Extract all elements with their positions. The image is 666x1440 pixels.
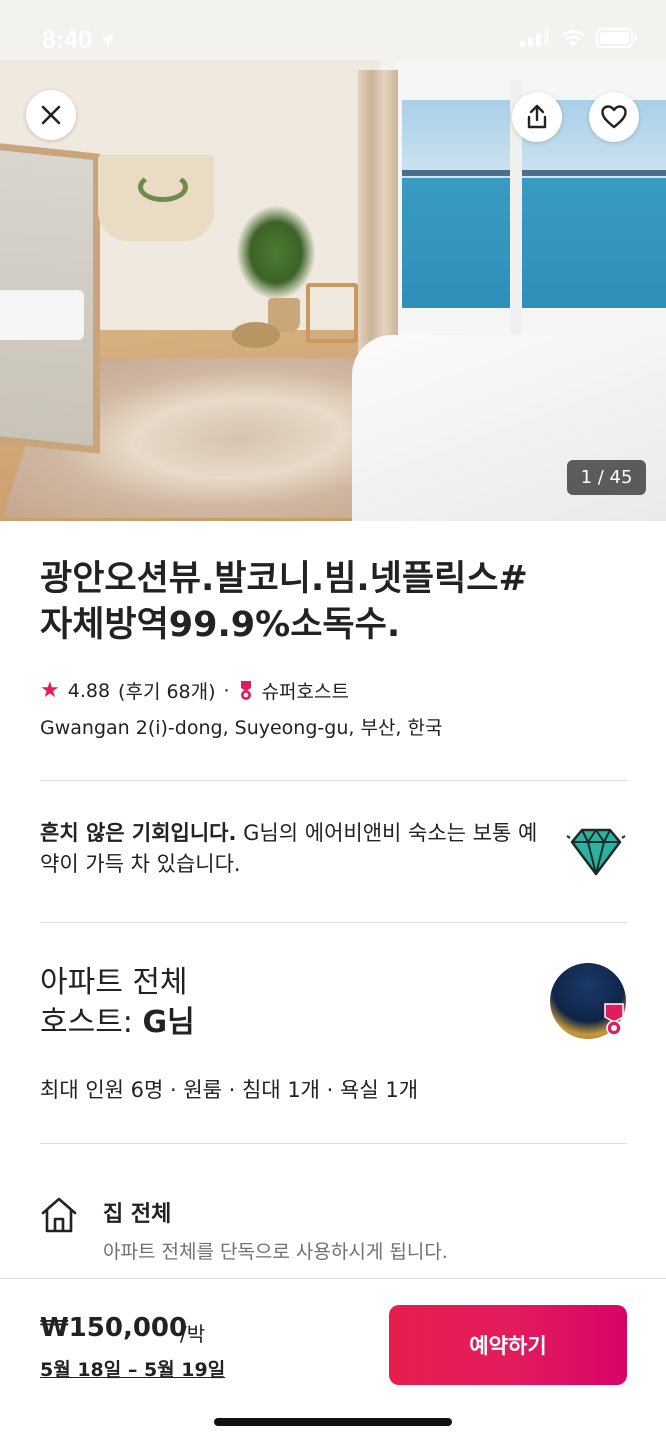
listing-meta: ★ 4.88 (후기 68개) · 슈퍼호스트 (40, 677, 349, 704)
share-button[interactable] (512, 92, 562, 142)
host-label: 호스트: (40, 1005, 143, 1040)
reviews-link[interactable]: (후기 68개) (118, 677, 215, 704)
photo-mirror-reflection (0, 290, 84, 340)
listing-location[interactable]: Gwangan 2(i)-dong, Suyeong-gu, 부산, 한국 (40, 713, 442, 740)
divider (40, 922, 627, 923)
star-icon: ★ (40, 678, 60, 703)
divider (40, 1143, 627, 1144)
listing-title: 광안오션뷰.발코니.빔.넷플릭스# 자체방역99.9%소독수. (40, 556, 630, 648)
capacity-summary: 최대 인원 6명 · 원룸 · 침대 1개 · 욕실 1개 (40, 1078, 419, 1102)
photo-curtain (358, 70, 398, 360)
photo-stool (306, 283, 358, 343)
close-icon (41, 105, 61, 125)
feature-title: 집 전체 (103, 1202, 172, 1227)
date-range-link[interactable]: 5월 18일 – 5월 19일 (40, 1355, 225, 1382)
listing-title-line2: 자체방역99.9%소독수. (40, 605, 401, 645)
save-button[interactable] (589, 92, 639, 142)
feature-description: 아파트 전체를 단독으로 사용하시게 됩니다. (103, 1241, 448, 1263)
heart-icon (601, 105, 627, 129)
per-night-label: /박 (180, 1322, 206, 1346)
status-icons (520, 28, 638, 48)
rare-find-bold: 흔치 않은 기회입니다. (40, 821, 237, 845)
meta-separator: · (223, 679, 230, 702)
listing-title-line1: 광안오션뷰.발코니.빔.넷플릭스# (40, 559, 528, 599)
photo-plant (236, 205, 316, 300)
property-type: 아파트 전체 (40, 965, 188, 1000)
rare-find-text: 흔치 않은 기회입니다. G님의 에어비앤비 숙소는 보통 예약이 가득 차 있… (40, 818, 540, 880)
photo-pouf (232, 322, 280, 348)
status-time: 8:40 (42, 26, 116, 55)
nightly-price: ₩150,000 (40, 1313, 188, 1343)
photo-wreath (138, 172, 188, 202)
photo-sea (402, 178, 666, 308)
status-time-text: 8:40 (42, 26, 93, 54)
wifi-icon (561, 29, 585, 47)
rating-value: 4.88 (67, 679, 111, 702)
home-icon (41, 1197, 77, 1233)
share-icon (527, 104, 547, 129)
reserve-button[interactable]: 예약하기 (389, 1305, 627, 1385)
signal-icon (520, 29, 549, 47)
close-button[interactable] (26, 90, 76, 140)
divider (40, 780, 627, 781)
photo-counter: 1 / 45 (567, 460, 646, 495)
host-line: 호스트: G님 (40, 1003, 195, 1043)
photo-bridge (402, 170, 666, 176)
home-indicator[interactable] (214, 1418, 452, 1426)
superhost-icon (240, 680, 251, 700)
battery-icon (596, 28, 637, 48)
diamond-icon (566, 828, 626, 876)
superhost-label: 슈퍼호스트 (261, 681, 349, 703)
superhost-badge-icon (604, 1003, 624, 1036)
listing-photo[interactable] (0, 0, 666, 521)
location-arrow-icon (100, 33, 114, 48)
host-name: G님 (142, 1005, 195, 1040)
